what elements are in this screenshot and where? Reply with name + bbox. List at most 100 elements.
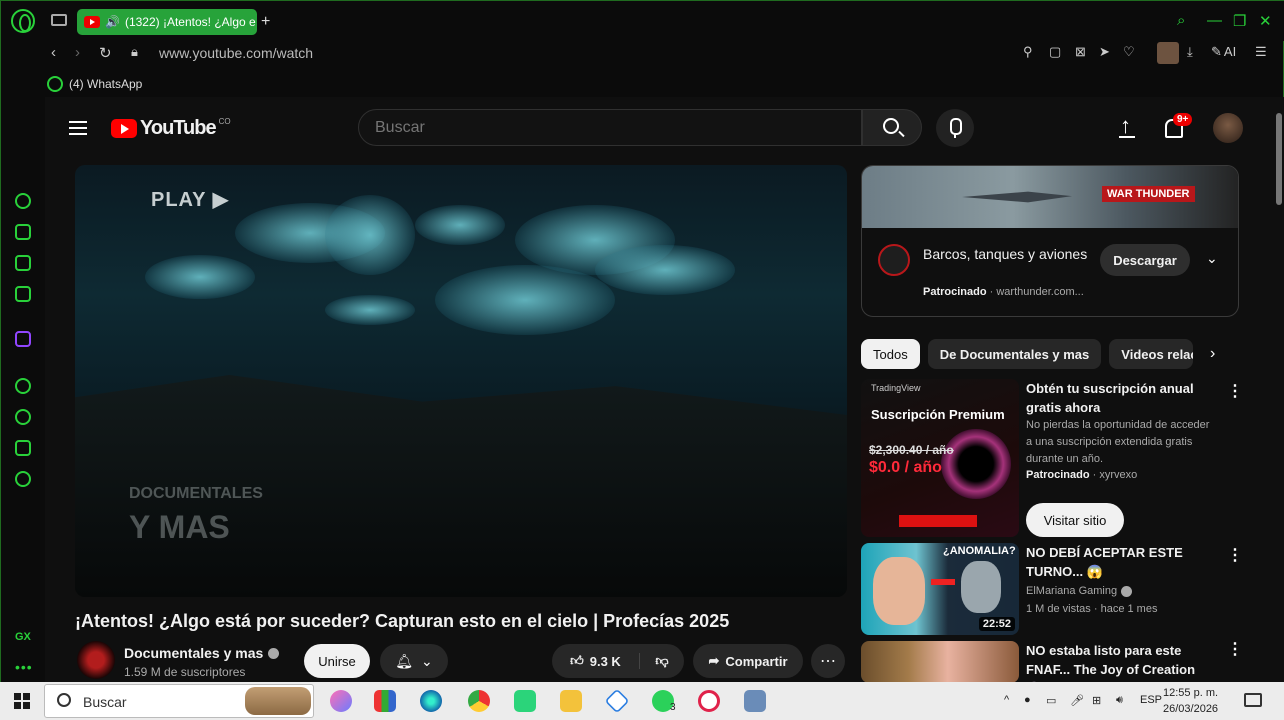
player-icon[interactable] — [15, 378, 31, 394]
messenger-icon[interactable] — [15, 286, 31, 302]
twitch-icon[interactable] — [15, 331, 31, 347]
search-input[interactable] — [358, 109, 862, 146]
ad2-title[interactable]: Obtén tu suscripción anual gratis ahora — [1026, 379, 1204, 417]
new-tab-icon[interactable]: + — [261, 13, 270, 31]
more-actions-icon[interactable]: ⋯ — [811, 644, 845, 678]
voice-search-icon[interactable] — [936, 109, 974, 147]
maximize-icon[interactable]: ❐ — [1233, 12, 1246, 30]
file-explorer-icon[interactable] — [560, 690, 582, 712]
edge-icon[interactable] — [420, 690, 442, 712]
taskbar-search[interactable]: Buscar — [44, 684, 314, 718]
kebab-menu-icon[interactable]: ⋮ — [1227, 639, 1243, 659]
ad-block-icon[interactable]: ⊠ — [1075, 44, 1086, 60]
winrar-icon[interactable] — [374, 690, 396, 712]
close-window-icon[interactable]: ✕ — [1259, 12, 1272, 30]
send-icon[interactable]: ➤ — [1099, 44, 1110, 60]
windows-start-icon[interactable] — [14, 693, 30, 709]
visit-site-button[interactable]: Visitar sitio — [1026, 503, 1124, 537]
search-button[interactable] — [862, 109, 922, 146]
logo-text: YouTube — [140, 117, 217, 139]
camera-app-icon[interactable] — [744, 690, 766, 712]
taskbar-clock[interactable]: 12:55 p. m. 26/03/2026 — [1163, 685, 1218, 717]
app-icon[interactable] — [514, 690, 536, 712]
tray-expand-icon[interactable]: ^ — [1004, 694, 1009, 706]
reload-icon[interactable]: ↻ — [99, 44, 112, 62]
chip-channel[interactable]: De Documentales y mas — [927, 339, 1102, 369]
video-frame-detail — [415, 205, 505, 245]
join-button[interactable]: Unirse — [304, 644, 370, 678]
ad2-advertiser: xyrvexo — [1099, 469, 1138, 481]
speaker-icon[interactable]: 🔊 — [105, 15, 120, 29]
like-button[interactable]: 👍︎ 9.3 K — [552, 653, 640, 669]
account-avatar[interactable] — [1213, 113, 1243, 143]
tab-islands-icon[interactable] — [51, 14, 67, 26]
create-upload-icon[interactable] — [1117, 113, 1139, 139]
settings-icon[interactable] — [15, 471, 31, 487]
tray-volume-icon[interactable]: 🔊︎ — [1116, 694, 1123, 707]
related-video-title[interactable]: NO DEBÍ ACEPTAR ESTE TURNO... 😱 — [1026, 543, 1204, 581]
page-scrollbar[interactable] — [1273, 97, 1284, 683]
back-icon[interactable]: ‹ — [51, 44, 56, 61]
forward-icon[interactable]: › — [75, 44, 80, 61]
chrome-icon[interactable] — [468, 690, 490, 712]
opera-gx-icon[interactable] — [698, 690, 720, 712]
tray-app-icon[interactable]: ● — [1024, 694, 1031, 706]
related-video-channel-row[interactable]: ElMariana Gaming — [1026, 585, 1133, 597]
gx-control-icon[interactable] — [15, 193, 31, 209]
bookmark-whatsapp[interactable]: (4) WhatsApp — [69, 77, 142, 91]
tray-display-icon[interactable]: ▭ — [1046, 694, 1056, 707]
ad-title[interactable]: Barcos, tanques y aviones — [923, 244, 1093, 265]
sidebar-more-icon[interactable]: ••• — [15, 659, 33, 675]
gx-corner-icon[interactable] — [15, 224, 31, 240]
download-icon[interactable]: ⤓ — [1187, 44, 1193, 60]
chip-related[interactable]: Videos relaci — [1109, 339, 1194, 369]
search-tabs-icon[interactable]: ⌕ — [1177, 12, 1185, 29]
tray-mic-icon[interactable]: 🎤︎ — [1070, 694, 1084, 707]
chevron-right-icon[interactable]: › — [1210, 345, 1215, 363]
language-indicator[interactable]: ESP — [1140, 694, 1162, 706]
thumb-headline: Suscripción Premium — [871, 407, 1005, 422]
video-thumbnail[interactable] — [861, 641, 1019, 683]
ad-thumbnail[interactable]: TradingView Suscripción Premium $2,300.4… — [861, 379, 1019, 537]
subscription-bell-button[interactable]: 🔔︎ ⌄ — [380, 644, 448, 678]
profile-avatar[interactable] — [1157, 42, 1179, 64]
video-player[interactable]: PLAY ▶ DOCUMENTALES Y MAS — [75, 165, 847, 597]
gx-label: GX — [15, 631, 31, 643]
kebab-menu-icon[interactable]: ⋮ — [1227, 545, 1243, 565]
notification-center-icon[interactable] — [1244, 693, 1262, 707]
heart-icon[interactable]: ♡ — [1123, 44, 1135, 60]
gx-cleaner-icon[interactable] — [15, 255, 31, 271]
minimize-icon[interactable]: — — [1207, 12, 1222, 29]
easy-setup-icon[interactable]: ☰ — [1255, 44, 1267, 60]
lock-icon[interactable]: 🔒︎ — [131, 44, 138, 60]
download-button[interactable]: Descargar — [1100, 244, 1190, 276]
app-icon[interactable] — [604, 688, 630, 714]
browser-window: 🔊 (1322) ¡Atentos! ¿Algo e ✕ + ⌕ — ❐ ✕ ‹… — [0, 0, 1284, 683]
opera-menu-icon[interactable] — [11, 9, 35, 33]
extensions-icon[interactable] — [15, 440, 31, 456]
chip-todos[interactable]: Todos — [861, 339, 920, 369]
pin-icon[interactable]: ⚲ — [1023, 44, 1033, 60]
tab-youtube[interactable]: 🔊 (1322) ¡Atentos! ¿Algo e ✕ — [77, 9, 257, 35]
ai-button[interactable]: ✎ AI — [1211, 44, 1236, 60]
channel-name-row[interactable]: Documentales y mas — [124, 645, 280, 661]
verified-icon — [268, 647, 280, 659]
menu-icon[interactable] — [69, 121, 87, 135]
sponsored-ad-card[interactable]: WAR THUNDER Barcos, tanques y aviones Pa… — [861, 165, 1239, 317]
kebab-menu-icon[interactable]: ⋮ — [1227, 381, 1243, 401]
tray-network-icon[interactable]: ⊞ — [1092, 694, 1101, 707]
video-thumbnail[interactable]: ¿ANOMALIA? 22:52 — [861, 543, 1019, 635]
scrollbar-thumb[interactable] — [1276, 113, 1282, 205]
history-icon[interactable] — [15, 409, 31, 425]
channel-avatar[interactable] — [77, 641, 115, 679]
youtube-logo[interactable]: YouTube CO — [111, 117, 231, 140]
video-duration: 22:52 — [978, 617, 1015, 631]
ad-sponsored-label: Patrocinado — [923, 286, 987, 298]
snapshot-icon[interactable]: ▢ — [1049, 44, 1061, 60]
expand-chevron-icon[interactable]: ⌄ — [1206, 250, 1218, 267]
dislike-button[interactable]: 👎︎ — [640, 653, 684, 669]
share-button[interactable]: ➦ Compartir — [693, 644, 803, 678]
url-field[interactable]: www.youtube.com/watch — [159, 45, 313, 61]
copilot-icon[interactable] — [330, 690, 352, 712]
related-video-title[interactable]: NO estaba listo para este FNAF... The Jo… — [1026, 641, 1204, 683]
